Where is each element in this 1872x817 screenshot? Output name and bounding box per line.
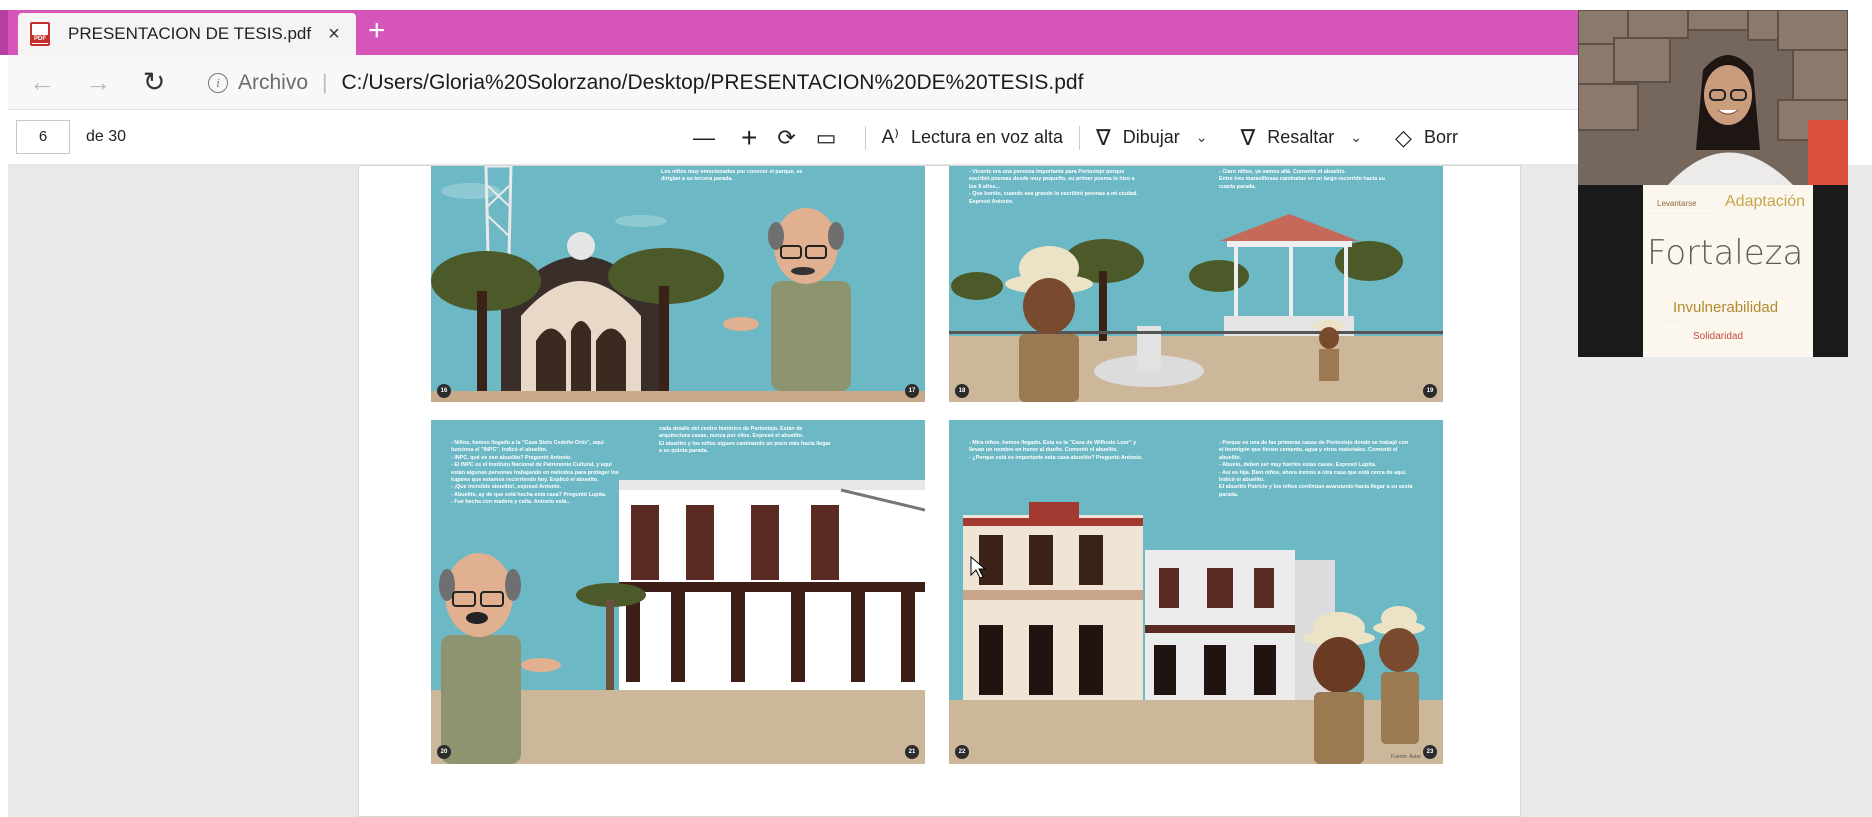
url-separator: |: [322, 71, 328, 94]
story-text: - Claro niños, ya vamos allá. Comentó el…: [1219, 169, 1385, 190]
toolbar-divider: [864, 125, 866, 150]
erase-label: Borr: [1423, 127, 1458, 147]
tab-pdf[interactable]: PRESENTACION DE TESIS.pdf ×: [18, 13, 356, 55]
word-cloud-filler: · · · · · · · · · · · · · · · · · ·: [1649, 319, 1714, 325]
tab-strip: PRESENTACION DE TESIS.pdf × +: [0, 10, 1580, 55]
story-text: - Porque es una de las primeras casas de…: [1219, 440, 1413, 498]
page-number-badge: 17: [905, 384, 919, 398]
illustration-panel-inpc-house: - Niños, hemos llegado a la "Casa Sixto …: [431, 420, 925, 764]
story-text: - Vicente era una persona importante par…: [969, 169, 1138, 205]
page-number-badge: 16: [437, 384, 451, 398]
page-number-input[interactable]: 6: [16, 120, 70, 154]
church-illustration: [431, 166, 925, 402]
highlight-label: Resaltar: [1267, 127, 1335, 147]
erase-button[interactable]: ◇ Borr: [1395, 125, 1458, 151]
pdf-page: Los niños muy emocionados por conocer el…: [358, 165, 1521, 817]
tab-title: PRESENTACION DE TESIS.pdf: [68, 24, 312, 43]
url-field[interactable]: i Archivo | C:/Users/Gloria%20Solorzano/…: [208, 61, 1753, 105]
page-number-badge: 22: [955, 745, 969, 759]
back-button[interactable]: ←: [14, 67, 70, 98]
chevron-down-icon[interactable]: ⌄: [1350, 129, 1362, 146]
highlight-button[interactable]: ∇ Resaltar ⌄: [1241, 125, 1362, 151]
story-text: Los niños muy emocionados por conocer el…: [661, 169, 803, 183]
webcam-video: [1578, 10, 1848, 185]
page-number-badge: 21: [905, 745, 919, 759]
rotate-icon: ⟳: [777, 124, 796, 150]
story-text: cada detalle del centro histórico de Por…: [659, 426, 831, 455]
toolbar-spacer: [1378, 126, 1379, 150]
toolbar-divider: [1079, 125, 1081, 150]
illustration-panel-plaza: - Vicente era una persona importante par…: [949, 166, 1443, 402]
word-cloud-word: Adaptación: [1725, 193, 1806, 210]
page-total-label: de 30: [86, 128, 127, 145]
draw-button[interactable]: ∇ Dibujar ⌄: [1096, 125, 1207, 151]
url-text[interactable]: C:/Users/Gloria%20Solorzano/Desktop/PRES…: [342, 71, 1084, 95]
rotate-button[interactable]: ⟳: [777, 125, 807, 151]
illustration-panel-church: Los niños muy emocionados por conocer el…: [431, 166, 925, 402]
word-cloud-word: Fortaleza: [1647, 233, 1804, 273]
word-cloud-word: Levantarse: [1657, 199, 1697, 208]
pdf-toolbar: 6 de 30 — + ⟳ ▭ A⁾ Lectura en voz alta ∇…: [8, 110, 1580, 165]
fit-page-icon: ▭: [815, 124, 837, 150]
draw-label: Dibujar: [1122, 127, 1180, 147]
image-credit: Fuente: Autor: [1391, 754, 1422, 760]
story-text: - Niños, hemos llegado a la "Casa Sixto …: [451, 440, 619, 506]
word-cloud-word: Invulnerabilidad: [1673, 299, 1779, 316]
shared-slide-panel: Levantarse Adaptación Fortaleza Invulner…: [1578, 185, 1848, 357]
read-aloud-label: Lectura en voz alta: [910, 127, 1064, 147]
info-icon[interactable]: i: [208, 73, 228, 93]
toolbar-spacer: [1224, 126, 1225, 150]
scheme-label: Archivo: [238, 71, 309, 94]
forward-button[interactable]: →: [70, 67, 126, 98]
read-aloud-icon: A⁾: [881, 127, 899, 148]
highlighter-icon: ∇: [1240, 124, 1256, 150]
pdf-file-icon: [30, 22, 50, 46]
story-text: - Mira niños, hemos llegado. Esta es la …: [969, 440, 1143, 461]
pen-icon: ∇: [1096, 124, 1111, 150]
word-cloud-filler: · · · · · · · · · · · · · · · · · ·: [1649, 211, 1714, 217]
page-number-badge: 18: [955, 384, 969, 398]
mouse-cursor-icon: [970, 556, 986, 579]
plus-icon: +: [741, 121, 758, 153]
new-tab-button[interactable]: +: [368, 14, 386, 48]
page-number-badge: 23: [1423, 745, 1437, 759]
presenter-video-frame: [1578, 10, 1848, 185]
chevron-down-icon[interactable]: ⌄: [1196, 129, 1208, 146]
word-cloud-slide: Levantarse Adaptación Fortaleza Invulner…: [1643, 185, 1813, 357]
zoom-out-button[interactable]: —: [693, 125, 727, 151]
zoom-in-button[interactable]: +: [741, 122, 769, 154]
read-aloud-button[interactable]: A⁾ Lectura en voz alta: [882, 126, 1063, 149]
minus-icon: —: [693, 124, 715, 150]
page-number-badge: 19: [1423, 384, 1437, 398]
close-tab-button[interactable]: ×: [324, 23, 344, 46]
page-number-badge: 20: [437, 745, 451, 759]
illustration-panel-casa-wilfredo: - Mira niños, hemos llegado. Esta es la …: [949, 420, 1443, 764]
reload-button[interactable]: ↻: [126, 67, 182, 98]
address-bar: ← → ↻ i Archivo | C:/Users/Gloria%20Solo…: [8, 55, 1753, 110]
word-cloud-word: Solidaridad: [1693, 331, 1744, 342]
eraser-icon: ◇: [1395, 124, 1412, 150]
fit-page-button[interactable]: ▭: [816, 125, 849, 151]
